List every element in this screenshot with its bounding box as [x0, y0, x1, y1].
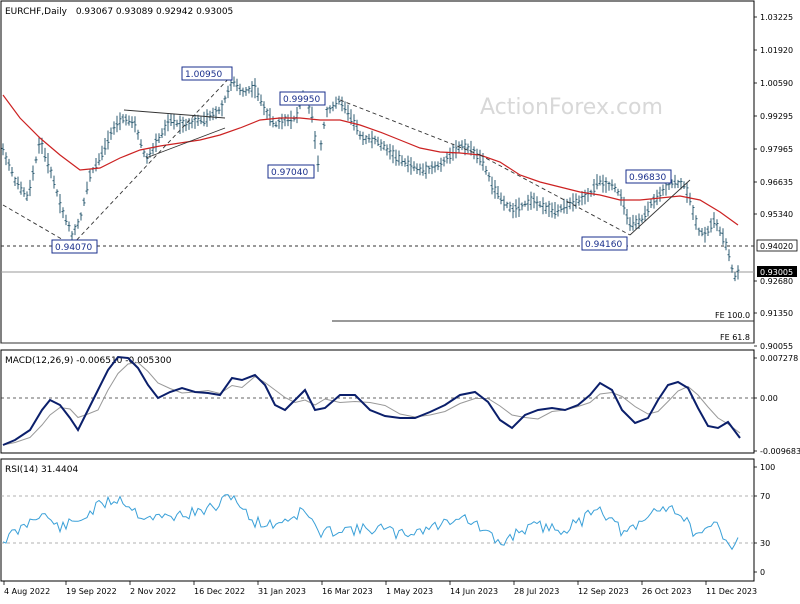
eurchf-chart: ActionForex.com EURCHF,Daily 0.93067 0.9…	[0, 0, 800, 600]
chart-svg: ActionForex.com EURCHF,Daily 0.93067 0.9…	[0, 0, 800, 596]
time-axis-label: 1 May 2023	[386, 587, 433, 596]
price-callout-text: 0.99950	[283, 95, 320, 105]
price-axis-label: 1.03225	[760, 13, 793, 22]
price-axis-label: 0.91350	[760, 309, 793, 318]
price-callout-text: 0.94160	[585, 240, 622, 250]
rsi-axis-label: 100	[760, 463, 775, 472]
trend-line	[145, 127, 226, 159]
price-callout-text: 0.96830	[629, 173, 666, 183]
macd-axis-label: -0.009683	[760, 447, 800, 456]
rsi-axis: 100 70 30 0	[754, 463, 775, 577]
rsi-panel-frame	[0, 458, 755, 582]
price-axis-label: 1.01920	[760, 46, 793, 55]
time-axis-label: 28 Jul 2023	[514, 587, 559, 596]
macd-axis: 0.007278 0.00 -0.009683	[754, 354, 800, 456]
time-axis-label: 19 Sep 2022	[66, 587, 117, 596]
price-callout-text: 0.97040	[271, 168, 308, 178]
price-callout-text: 1.00950	[185, 70, 222, 80]
price-axis-label: 1.00590	[760, 79, 793, 88]
price-axis-label: 0.90055	[760, 342, 793, 351]
ohlc-label: 0.93067 0.93089 0.92942 0.93005	[76, 7, 233, 17]
price-axis-label: 0.97965	[760, 145, 793, 154]
macd-axis-label: 0.007278	[760, 354, 798, 363]
time-axis: 4 Aug 2022 19 Sep 2022 2 Nov 2022 16 Dec 20…	[3, 581, 757, 596]
symbol-label: EURCHF,Daily	[5, 7, 68, 17]
price-axis-label: 0.96635	[760, 178, 793, 187]
time-axis-label: 4 Aug 2022	[4, 587, 50, 596]
time-axis-label: 16 Dec 2022	[194, 587, 245, 596]
time-axis-label: 14 Jun 2023	[450, 587, 498, 596]
rsi-line	[2, 494, 739, 551]
macd-title: MACD(12,26,9) -0.006510 -0.005300	[5, 356, 172, 366]
fe-618-label: FE 61.8	[720, 333, 750, 342]
macd-main-line	[2, 355, 741, 446]
rsi-title: RSI(14) 31.4404	[5, 465, 78, 475]
time-axis-label: 11 Dec 2023	[706, 587, 757, 596]
trend-line	[2, 204, 73, 246]
main-price-axis: 1.03225 1.01920 1.00590 0.99295 0.97965 0.966…	[754, 13, 798, 351]
price-callout-text: 0.94070	[55, 243, 92, 253]
rsi-axis-label: 70	[760, 492, 770, 501]
symbol-title: EURCHF,Daily 0.93067 0.93089 0.92942 0.9…	[5, 7, 233, 17]
level-tag-text: 0.94020	[760, 242, 793, 251]
rsi-axis-label: 0	[760, 568, 765, 577]
rsi-axis-label: 30	[760, 539, 770, 548]
time-axis-label: 2 Nov 2022	[130, 587, 176, 596]
time-axis-label: 12 Sep 2023	[578, 587, 629, 596]
watermark: ActionForex.com	[480, 95, 663, 120]
trend-line	[479, 154, 631, 236]
time-axis-label: 26 Oct 2023	[642, 587, 691, 596]
trend-line	[339, 99, 481, 156]
fe-100-label: FE 100.0	[715, 311, 750, 320]
current-price-tag-text: 0.93005	[760, 268, 793, 277]
price-axis-label: 0.95340	[760, 210, 793, 219]
price-axis-label: 0.92680	[760, 277, 793, 286]
macd-axis-label: 0.00	[760, 394, 778, 403]
price-axis-label: 0.99295	[760, 112, 793, 121]
time-axis-label: 16 Mar 2023	[322, 587, 373, 596]
time-axis-label: 31 Jan 2023	[258, 587, 306, 596]
macd-signal-line	[2, 361, 741, 446]
